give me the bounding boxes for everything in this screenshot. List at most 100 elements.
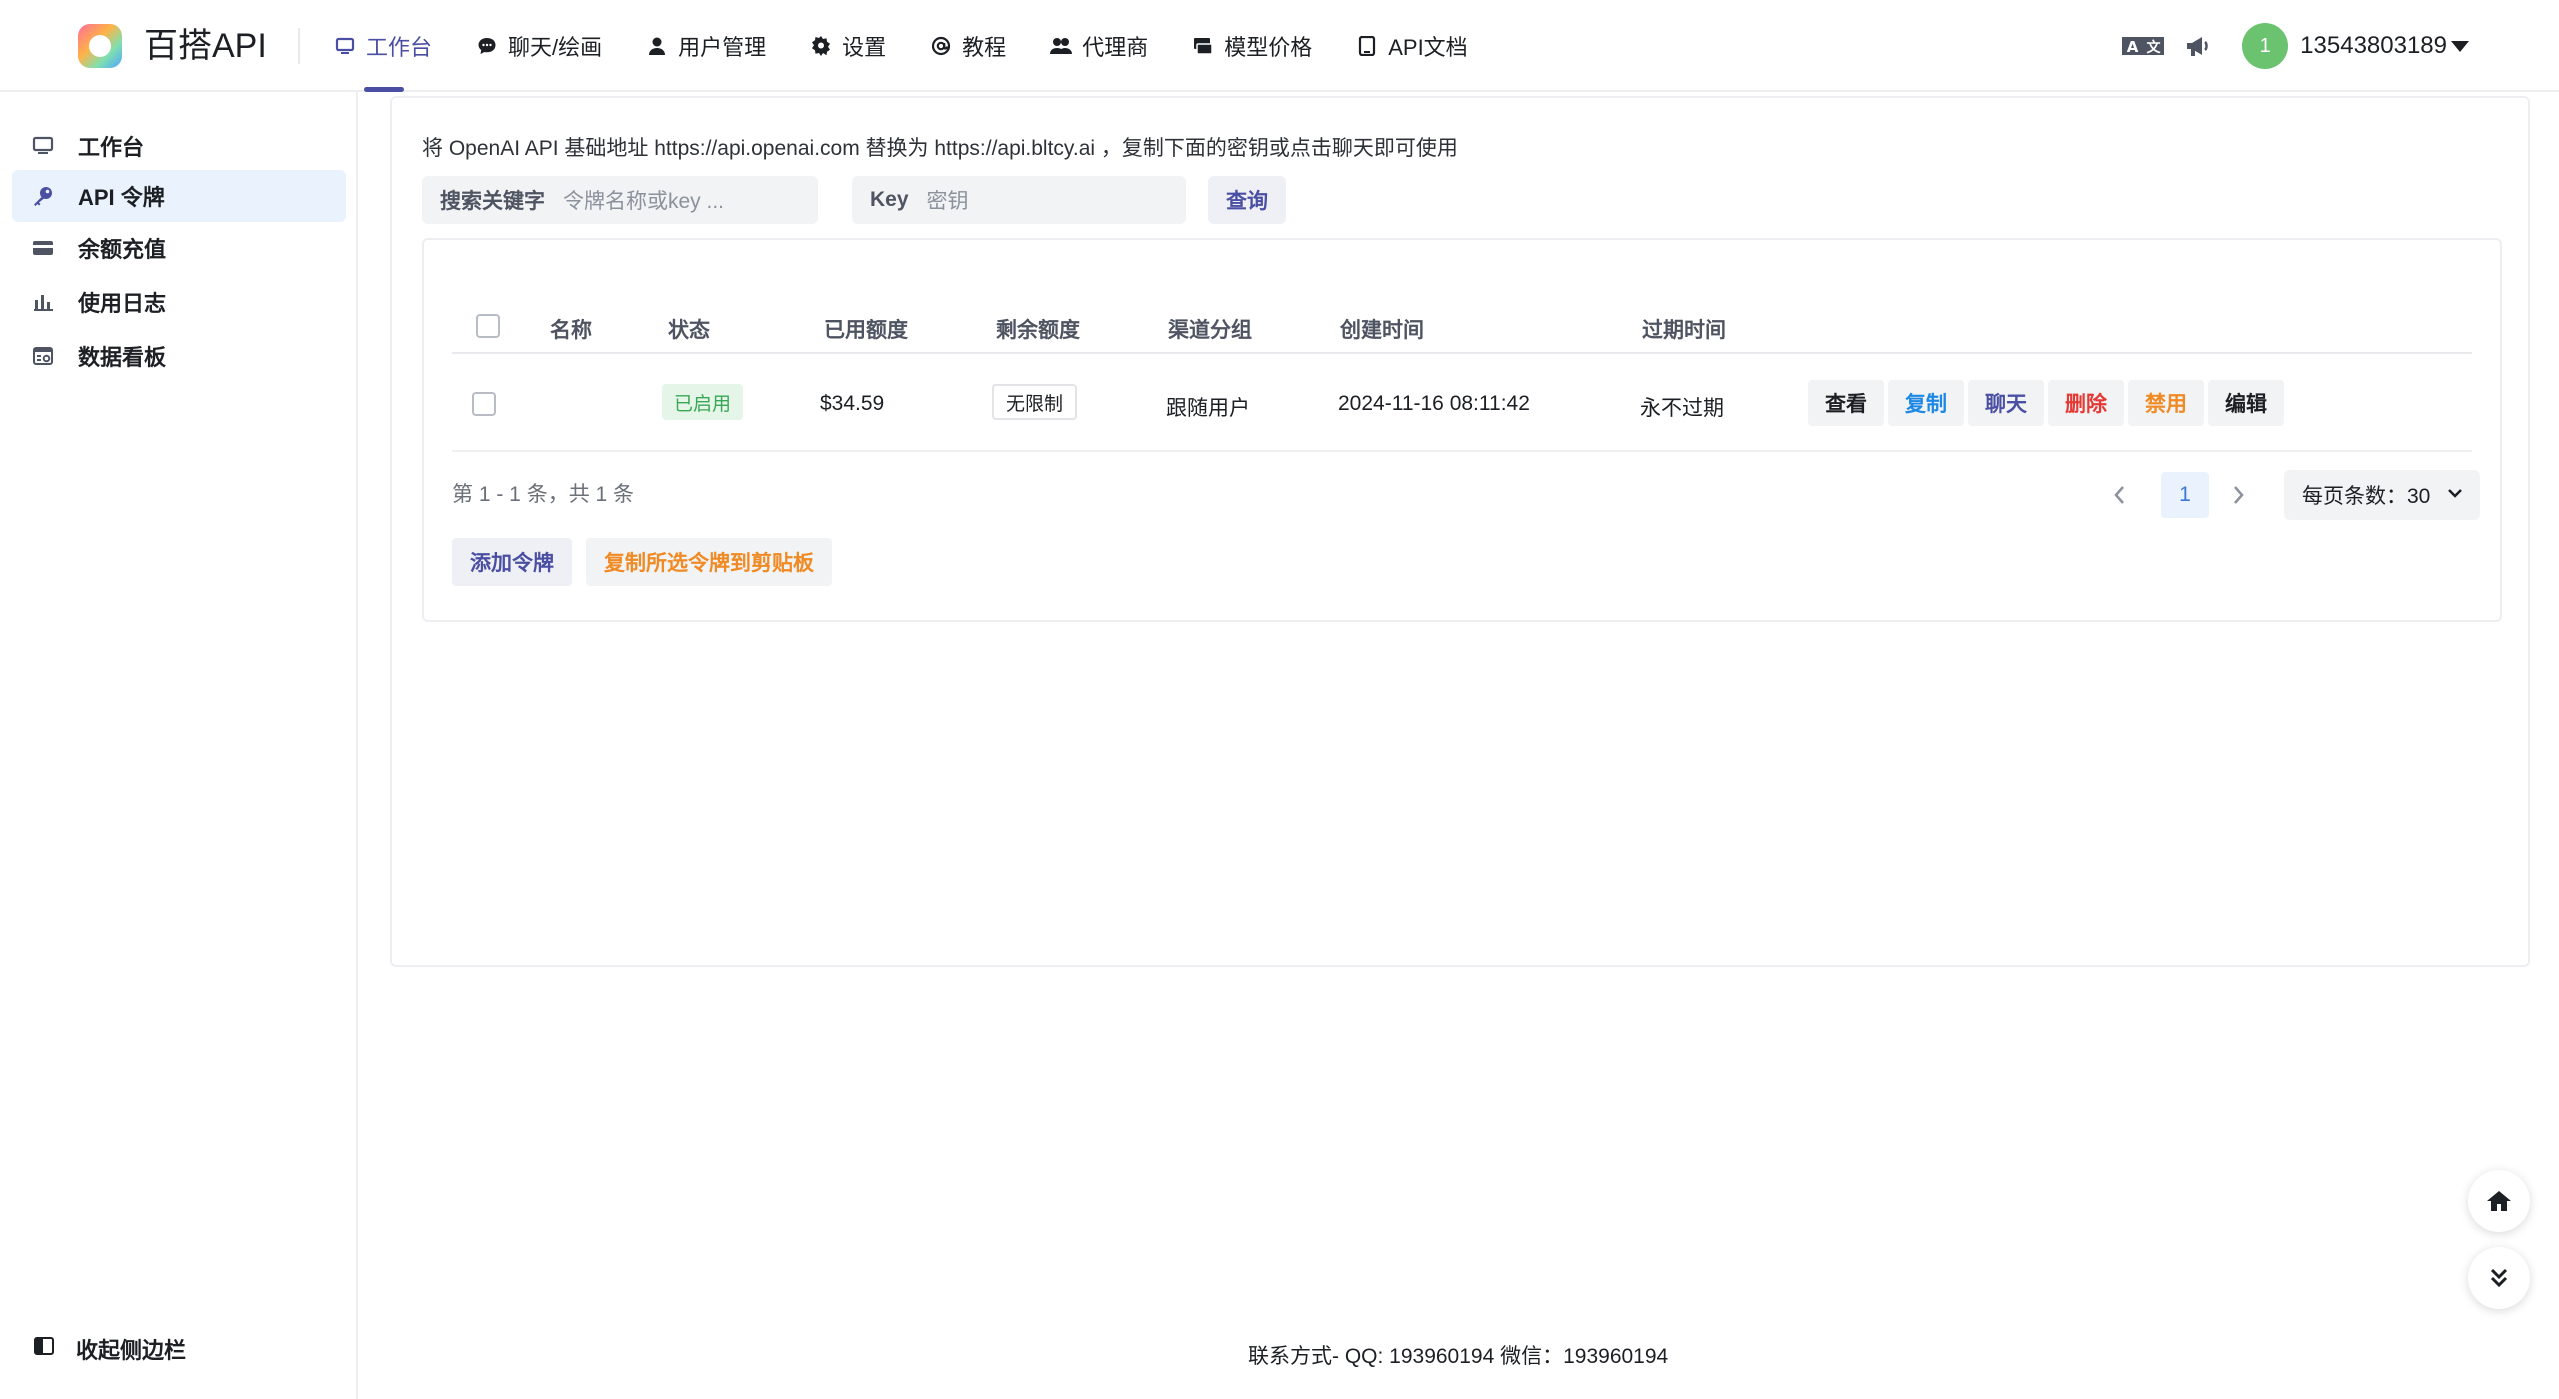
- search-key-label: Key: [870, 188, 909, 211]
- copy-selected-tokens-button[interactable]: 复制所选令牌到剪贴板: [586, 538, 832, 586]
- nav-item-model-price[interactable]: 模型价格: [1192, 0, 1334, 92]
- user-icon: [646, 35, 668, 57]
- search-keyword-placeholder: 令牌名称或key ...: [563, 190, 725, 213]
- chat-bubble-icon: [476, 35, 498, 57]
- sidebar-item-usage-log[interactable]: 使用日志: [12, 276, 346, 328]
- delete-button[interactable]: 删除: [2048, 380, 2124, 426]
- credit-card-icon: [30, 235, 56, 261]
- double-chevron-down-icon: [2490, 1268, 2508, 1288]
- sidebar-collapse-icon: [34, 1336, 54, 1362]
- edit-button[interactable]: 编辑: [2208, 380, 2284, 426]
- nav-label: 用户管理: [678, 35, 767, 60]
- nav-label: 聊天/绘画: [508, 35, 603, 60]
- pagination-info: 第 1 - 1 条，共 1 条: [452, 483, 635, 506]
- book-icon: [1356, 35, 1378, 57]
- footer-contact: 联系方式- QQ: 193960194 微信：193960194: [1248, 1345, 1669, 1368]
- search-key-input[interactable]: Key 密钥: [852, 176, 1186, 224]
- column-header-group[interactable]: 渠道分组: [1168, 314, 1252, 344]
- nav-label: 模型价格: [1224, 35, 1313, 60]
- username[interactable]: 13543803189: [2300, 32, 2447, 60]
- column-header-name[interactable]: 名称: [550, 314, 592, 344]
- pagination-next-button[interactable]: [2224, 472, 2254, 518]
- svg-text:文: 文: [2147, 39, 2162, 56]
- users-icon: [1050, 35, 1073, 57]
- nav-item-agent[interactable]: 代理商: [1050, 0, 1170, 92]
- sidebar-collapse-label: 收起侧边栏: [76, 1338, 187, 1363]
- sidebar-item-recharge[interactable]: 余额充值: [12, 222, 346, 274]
- caret-down-icon[interactable]: [2451, 40, 2469, 52]
- pagination-prev-button[interactable]: [2104, 472, 2134, 518]
- nav-item-user-management[interactable]: 用户管理: [646, 0, 788, 92]
- search-key-placeholder: 密钥: [926, 190, 969, 213]
- chevron-left-icon: [2114, 486, 2124, 504]
- sidebar-item-label: 余额充值: [78, 237, 167, 262]
- used-quota: $34.59: [820, 392, 885, 415]
- nav-item-settings[interactable]: 设置: [810, 0, 908, 92]
- sidebar: 工作台 API 令牌 余额充值 使用日志 数据看板 收起侧边栏: [0, 92, 358, 1399]
- search-keyword-input[interactable]: 搜索关键字 令牌名称或key ...: [422, 176, 818, 224]
- sidebar-item-api-tokens[interactable]: API 令牌: [12, 170, 346, 222]
- created-time: 2024-11-16 08:11:42: [1338, 392, 1530, 415]
- sidebar-item-label: API 令牌: [78, 185, 165, 210]
- chat-button[interactable]: 聊天: [1968, 380, 2044, 426]
- status-badge: 已启用: [662, 384, 744, 420]
- sidebar-item-label: 使用日志: [78, 291, 167, 316]
- home-button[interactable]: [2468, 1170, 2530, 1232]
- column-header-used[interactable]: 已用额度: [824, 314, 908, 344]
- dashboard-icon: [30, 343, 56, 369]
- sidebar-item-label: 数据看板: [78, 345, 167, 370]
- disable-button[interactable]: 禁用: [2128, 380, 2204, 426]
- nav-label: API文档: [1388, 35, 1468, 60]
- remaining-quota-badge: 无限制: [992, 384, 1078, 420]
- page-size-select[interactable]: 每页条数：30: [2284, 470, 2480, 520]
- row-checkbox[interactable]: [472, 392, 496, 416]
- tokens-card: 将 OpenAI API 基础地址 https://api.openai.com…: [390, 96, 2530, 967]
- query-button[interactable]: 查询: [1208, 176, 1286, 224]
- bar-chart-icon: [30, 289, 56, 315]
- nav-label: 代理商: [1082, 35, 1149, 60]
- home-icon: [2487, 1191, 2511, 1211]
- brand-logo[interactable]: [78, 24, 122, 68]
- svg-text:A: A: [2127, 38, 2139, 56]
- view-button[interactable]: 查看: [1808, 380, 1884, 426]
- megaphone-icon[interactable]: [2176, 24, 2220, 68]
- nav-item-workbench[interactable]: 工作台: [334, 0, 454, 92]
- brand-name[interactable]: 百搭API: [144, 24, 267, 68]
- column-header-remaining[interactable]: 剩余额度: [996, 314, 1080, 344]
- pagination-page-current[interactable]: 1: [2161, 472, 2209, 518]
- chevron-right-icon: [2234, 486, 2244, 504]
- sidebar-item-dashboard[interactable]: 数据看板: [12, 330, 346, 382]
- channel-group: 跟随用户: [1166, 397, 1250, 420]
- table-row: 已启用 $34.59 无限制 跟随用户 2024-11-16 08:11:42 …: [452, 356, 2472, 452]
- nav-item-chat[interactable]: 聊天/绘画: [476, 0, 624, 92]
- monitor-icon: [30, 133, 56, 159]
- avatar[interactable]: 1: [2242, 23, 2289, 69]
- translate-icon[interactable]: A文: [2122, 24, 2166, 68]
- price-tag-icon: [1192, 35, 1214, 57]
- nav-label: 教程: [962, 35, 1007, 60]
- token-table-panel: 名称 状态 已用额度 剩余额度 渠道分组 创建时间 过期时间 已启用 $34.5…: [422, 238, 2502, 622]
- select-all-checkbox[interactable]: [476, 314, 500, 338]
- search-keyword-label: 搜索关键字: [440, 190, 545, 213]
- key-icon: [30, 183, 56, 209]
- column-header-expires[interactable]: 过期时间: [1642, 314, 1726, 344]
- sidebar-item-label: 工作台: [78, 135, 145, 160]
- copy-button[interactable]: 复制: [1888, 380, 1964, 426]
- scroll-bottom-button[interactable]: [2468, 1247, 2530, 1309]
- top-right-actions: A文 1 13543803189: [2112, 0, 2469, 92]
- expire-time: 永不过期: [1640, 397, 1724, 420]
- add-token-button[interactable]: 添加令牌: [452, 538, 572, 586]
- page-size-label: 每页条数：30: [2302, 485, 2431, 508]
- top-nav: 工作台 聊天/绘画 用户管理 设置 教程 代理商 模型价格 API文档: [334, 0, 1512, 92]
- column-header-created[interactable]: 创建时间: [1340, 314, 1424, 344]
- nav-label: 设置: [842, 35, 887, 60]
- sidebar-collapse-button[interactable]: 收起侧边栏: [12, 1323, 186, 1375]
- monitor-icon: [334, 35, 356, 57]
- nav-item-api-docs[interactable]: API文档: [1356, 0, 1489, 92]
- top-bar: 百搭API 工作台 聊天/绘画 用户管理 设置 教程 代理商 模型价格 API文…: [0, 0, 2559, 92]
- brand-divider: [298, 28, 300, 64]
- sidebar-item-workbench[interactable]: 工作台: [12, 120, 346, 172]
- chevron-down-icon: [2448, 489, 2462, 498]
- nav-item-tutorial[interactable]: 教程: [930, 0, 1028, 92]
- column-header-status[interactable]: 状态: [668, 314, 710, 344]
